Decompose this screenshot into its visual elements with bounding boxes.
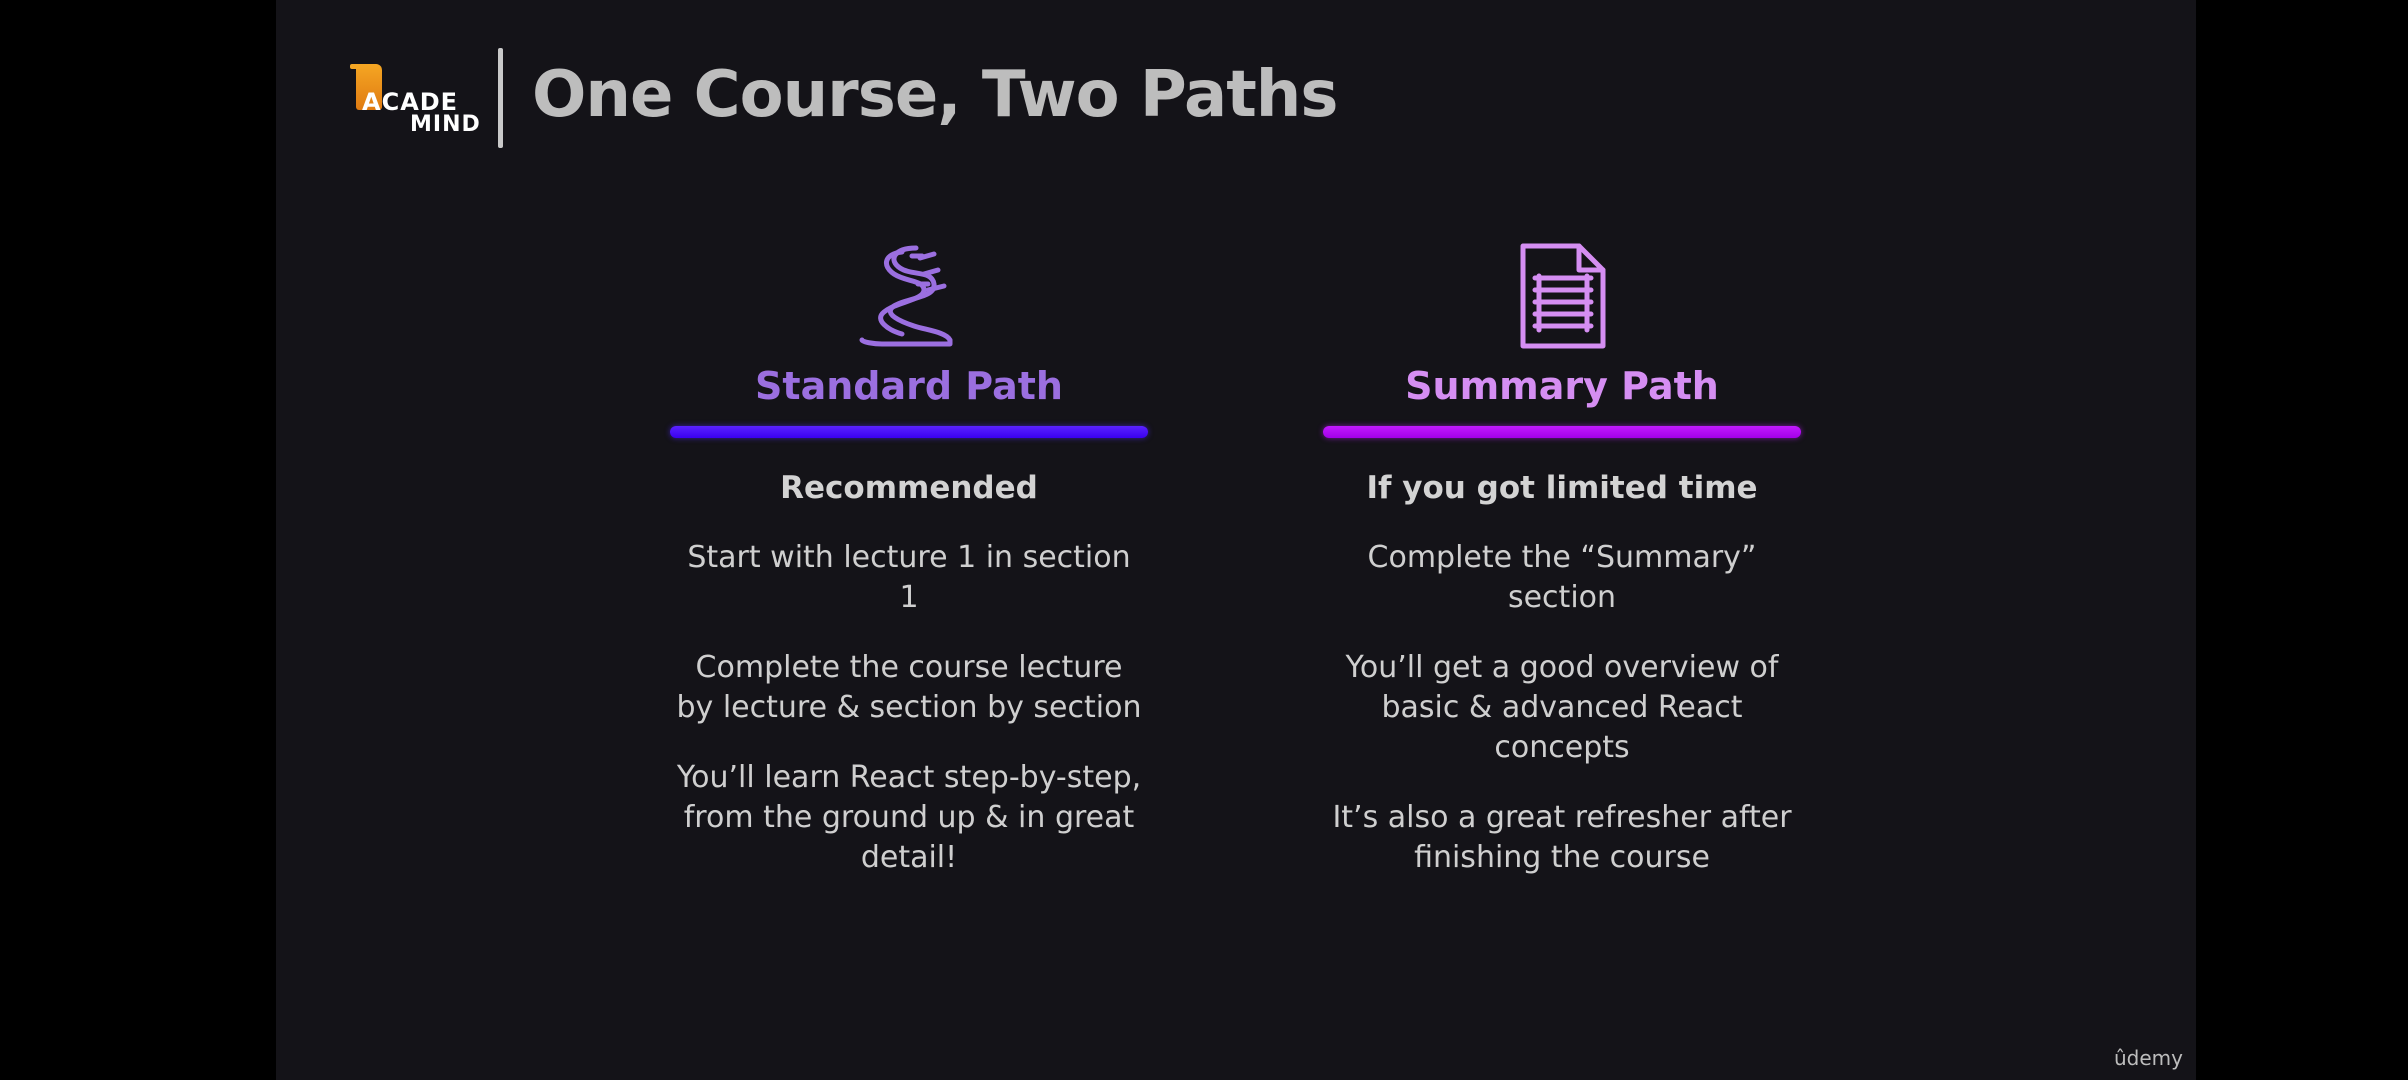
logo-text-bottom: MIND xyxy=(410,112,481,137)
summary-path-column: Summary Path If you got limited time Com… xyxy=(1312,240,1812,878)
header-divider xyxy=(498,48,503,148)
document-icon xyxy=(1520,243,1606,349)
academind-logo: ACADE MIND xyxy=(350,60,482,140)
summary-path-title: Summary Path xyxy=(1405,364,1719,408)
summary-path-point-3: It’s also a great refresher after finish… xyxy=(1332,800,1792,875)
summary-path-underline xyxy=(1323,426,1801,438)
standard-path-title: Standard Path xyxy=(755,364,1063,408)
standard-path-underline xyxy=(670,426,1148,438)
standard-path-column: Standard Path Recommended Start with lec… xyxy=(659,240,1159,878)
summary-path-subtitle: If you got limited time xyxy=(1366,470,1758,506)
standard-path-point-3: You’ll learn React step-by-step, from th… xyxy=(676,760,1142,875)
summary-path-point-2: You’ll get a good overview of basic & ad… xyxy=(1345,650,1779,765)
summary-path-point-1: Complete the “Summary” section xyxy=(1367,540,1757,615)
udemy-watermark: ûdemy xyxy=(2114,1046,2183,1070)
standard-path-point-1: Start with lecture 1 in section 1 xyxy=(687,540,1131,615)
standard-path-point-2: Complete the course lecture by lecture &… xyxy=(676,650,1142,725)
standard-path-subtitle: Recommended xyxy=(780,470,1038,506)
slide: ACADE MIND One Course, Two Paths Standar… xyxy=(276,0,2196,1080)
winding-road-icon xyxy=(859,245,953,347)
video-frame: ACADE MIND One Course, Two Paths Standar… xyxy=(0,0,2408,1080)
page-title: One Course, Two Paths xyxy=(532,58,1338,132)
